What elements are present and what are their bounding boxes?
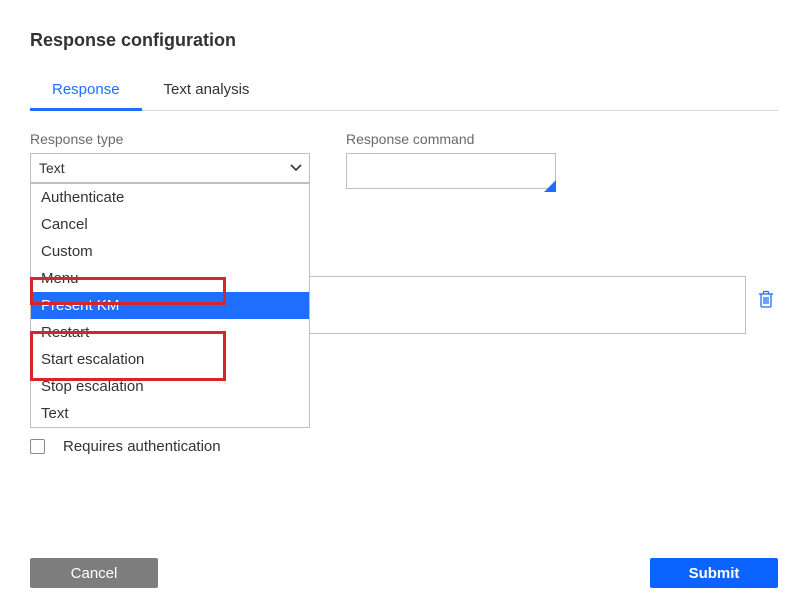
response-type-dropdown[interactable]: AuthenticateCancelCustomMenuPresent KMRe…: [30, 183, 310, 428]
dropdown-option[interactable]: Text: [31, 400, 309, 427]
chevron-down-icon: [290, 164, 302, 172]
page-title: Response configuration: [30, 30, 778, 51]
response-type-label: Response type: [30, 131, 310, 147]
tab-text-analysis[interactable]: Text analysis: [142, 71, 272, 111]
dropdown-option[interactable]: Present KM: [31, 292, 309, 319]
response-command-input[interactable]: [346, 153, 556, 189]
submit-button[interactable]: Submit: [650, 558, 778, 588]
response-command-label: Response command: [346, 131, 556, 147]
dropdown-option[interactable]: Cancel: [31, 211, 309, 238]
dropdown-option[interactable]: Menu: [31, 265, 309, 292]
dropdown-option[interactable]: Restart: [31, 319, 309, 346]
dropdown-option[interactable]: Authenticate: [31, 184, 309, 211]
requires-auth-label: Requires authentication: [63, 438, 221, 455]
response-type-select[interactable]: Text: [30, 153, 310, 183]
dropdown-option[interactable]: Custom: [31, 238, 309, 265]
dropdown-option[interactable]: Stop escalation: [31, 373, 309, 400]
tab-response[interactable]: Response: [30, 71, 142, 111]
trash-icon[interactable]: [758, 290, 774, 311]
requires-auth-checkbox[interactable]: [30, 439, 45, 454]
cancel-button[interactable]: Cancel: [30, 558, 158, 588]
response-type-value: Text: [39, 160, 65, 176]
dropdown-option[interactable]: Start escalation: [31, 346, 309, 373]
tab-bar: Response Text analysis: [30, 71, 778, 111]
dialog-footer: Cancel Submit: [30, 558, 778, 588]
